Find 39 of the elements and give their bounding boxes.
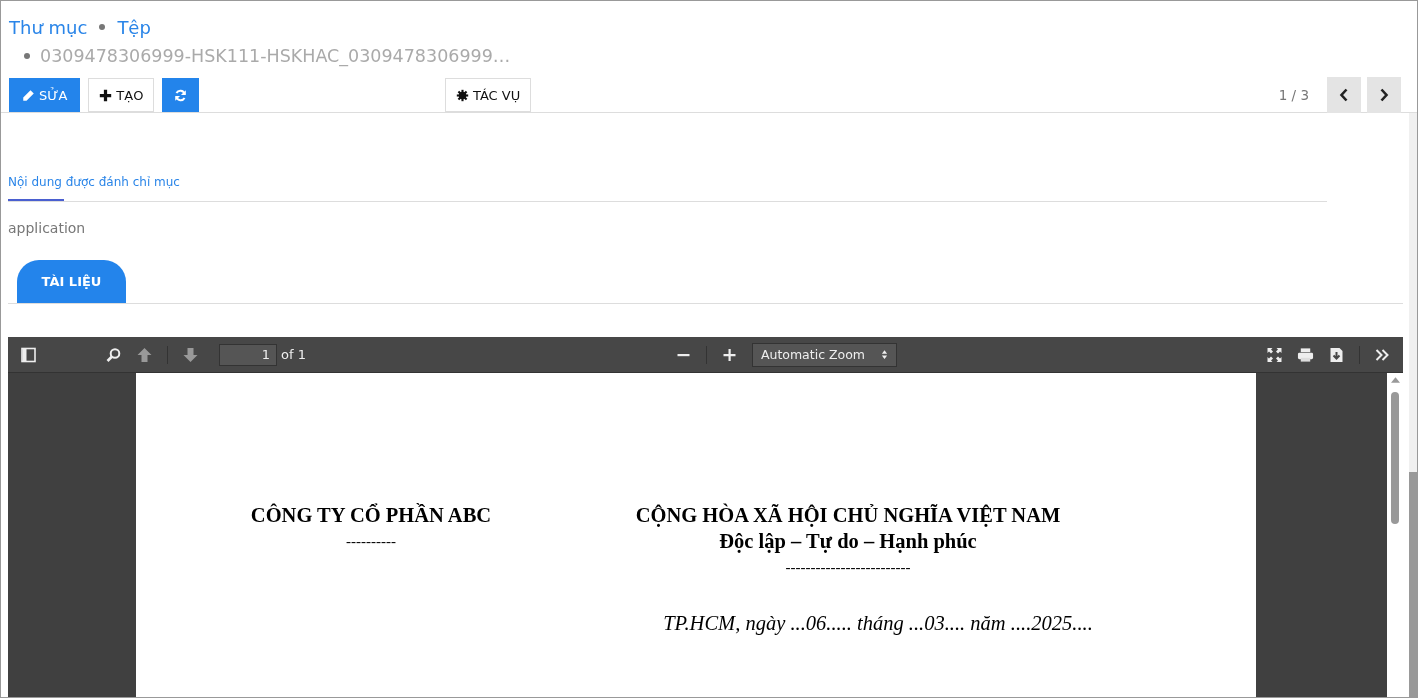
- edit-button[interactable]: SỬA: [9, 78, 81, 112]
- scrollbar-thumb[interactable]: [1391, 392, 1399, 524]
- arrow-up-icon[interactable]: [136, 346, 153, 363]
- arrow-down-icon[interactable]: [182, 346, 199, 363]
- gear-icon: [456, 88, 469, 102]
- print-icon[interactable]: [1297, 346, 1314, 363]
- breadcrumb-link[interactable]: Thư mục: [9, 16, 88, 38]
- document-subheading: Độc lập – Tự do – Hạnh phúc: [719, 529, 977, 554]
- page-count: of 1: [281, 347, 306, 362]
- tab[interactable]: Nội dung được đánh chỉ mục: [8, 175, 180, 201]
- pencil-icon: [22, 88, 35, 102]
- scrollbar-thumb[interactable]: [1409, 472, 1417, 697]
- dashed-line: -------------------------: [785, 558, 911, 577]
- download-icon[interactable]: [1328, 346, 1345, 363]
- file-name: 0309478306999-HSK111-HSKHAC_0309478306999…: [40, 46, 511, 66]
- updown-caret-icon: [881, 349, 889, 360]
- pager-text: 1 / 3: [1278, 87, 1309, 103]
- actions-button[interactable]: TÁC VỤ: [445, 78, 532, 112]
- scroll-up-icon[interactable]: [1390, 377, 1400, 383]
- search-icon[interactable]: [105, 346, 122, 363]
- refresh-icon: [174, 88, 188, 102]
- page-number-field[interactable]: 1: [219, 343, 277, 366]
- document-heading: CỘNG HÒA XÃ HỘI CHỦ NGHĨA VIỆT NAM: [635, 502, 1061, 528]
- previous-button[interactable]: [1327, 77, 1361, 113]
- fullscreen-icon[interactable]: [1266, 346, 1283, 363]
- date-line: TP.HCM, ngày ...06..... tháng ...03.... năm ....2025....: [662, 612, 1093, 635]
- breadcrumb-link[interactable]: Tệp: [117, 16, 151, 38]
- refresh-button[interactable]: [162, 78, 200, 112]
- zoom-select[interactable]: Automatic Zoom: [751, 342, 898, 367]
- sidebar-toggle-icon[interactable]: [20, 346, 37, 363]
- chevron-right-icon: [1379, 88, 1389, 102]
- create-button[interactable]: TẠO: [88, 78, 155, 112]
- next-button[interactable]: [1367, 77, 1401, 113]
- chevron-left-icon: [1339, 88, 1349, 102]
- tab[interactable]: TÀI LIỆU: [17, 260, 126, 303]
- dashed-line: ----------: [346, 532, 396, 551]
- plus-icon: [99, 88, 113, 102]
- document-heading: CÔNG TY CỔ PHẦN ABC: [250, 502, 492, 528]
- content-text: application: [8, 220, 87, 238]
